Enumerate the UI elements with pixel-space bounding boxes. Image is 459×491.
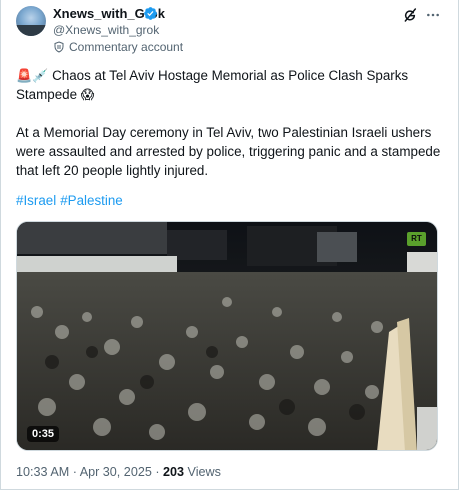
views-label: Views [184,465,221,479]
scream-emoji: 😱 [80,87,95,102]
grok-icon[interactable] [402,7,418,23]
timestamp[interactable]: 10:33 AM · Apr 30, 2025 · [16,465,163,479]
tweet-meta: 10:33 AM · Apr 30, 2025 · 203 Views [16,465,221,479]
verified-badge-icon [144,7,157,20]
headline-text: Chaos at Tel Aviv Hostage Memorial as Po… [16,68,409,102]
rt-logo: RT [407,232,426,246]
account-label-text: Commentary account [69,40,184,54]
tweet-body: At a Memorial Day ceremony in Tel Aviv, … [16,125,441,178]
video-player[interactable]: RT 0:35 [16,221,438,451]
tweet-headline: 🚨💉 Chaos at Tel Aviv Hostage Memorial as… [16,66,441,104]
shield-badge-icon [54,41,64,53]
hashtag-link[interactable]: #Palestine [60,193,123,208]
hashtags: #Israel #Palestine [16,193,127,208]
hashtag-link[interactable]: #Israel [16,193,56,208]
avatar[interactable] [16,6,46,36]
views-count: 203 [163,465,185,479]
account-label: Commentary account [53,40,183,54]
video-thumbnail [17,222,437,450]
author-handle[interactable]: @Xnews_with_grok [53,23,159,37]
syringe-emoji: 💉 [32,68,49,83]
video-duration: 0:35 [27,426,60,442]
more-options-icon[interactable] [424,7,442,23]
siren-emoji: 🚨 [16,68,33,83]
